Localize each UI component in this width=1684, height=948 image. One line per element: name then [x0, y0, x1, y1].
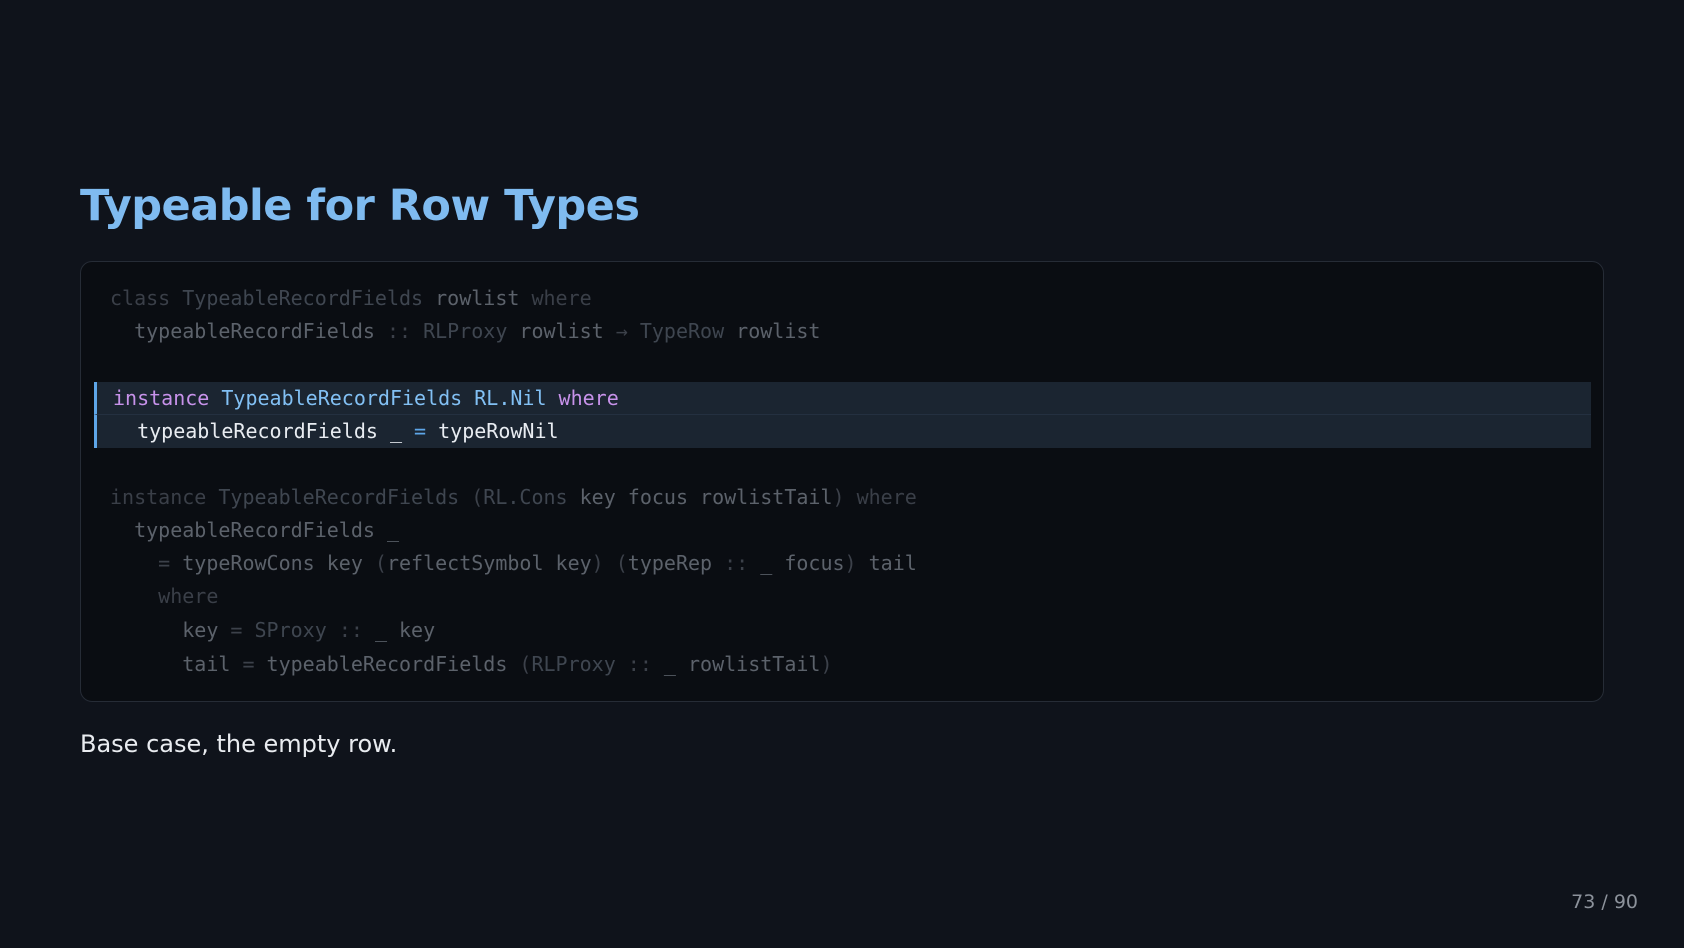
code-token: TypeableRecordFields [218, 485, 472, 509]
code-token: class [110, 286, 183, 310]
code-token: :: [386, 319, 424, 343]
code-line: class TypeableRecordFields rowlist where [81, 282, 1591, 315]
code-token: TypeableRecordFields [182, 286, 436, 310]
code-line: instance TypeableRecordFields (RL.Cons k… [81, 481, 1591, 514]
code-token: ) [820, 652, 833, 676]
code-token: ) ( [591, 551, 628, 575]
code-token: where [531, 286, 592, 310]
code-token: → [615, 319, 640, 343]
code-token: TypeableRecordFields [221, 386, 475, 410]
code-token: reflectSymbol key [386, 551, 592, 575]
slide-caption: Base case, the empty row. [80, 730, 398, 758]
code-line: = typeRowCons key (reflectSymbol key) (t… [81, 547, 1591, 580]
code-block: class TypeableRecordFields rowlist where… [80, 261, 1604, 702]
code-token: typeableRecordFields [266, 652, 520, 676]
code-token: SProxy [254, 618, 339, 642]
code-token: key [110, 618, 231, 642]
code-token: ( [374, 551, 387, 575]
code-token: :: [627, 652, 664, 676]
code-token: instance [110, 485, 219, 509]
code-token: = [242, 652, 267, 676]
code-token: typeRep [627, 551, 725, 575]
code-token: typeableRecordFields [110, 319, 387, 343]
code-line: key = SProxy :: _ key [81, 614, 1591, 647]
code-token: :: [724, 551, 761, 575]
code-line: typeableRecordFields :: RLProxy rowlist … [81, 315, 1591, 348]
code-token: RLProxy [531, 652, 628, 676]
code-token: typeableRecordFields _ [110, 518, 399, 542]
code-line-highlighted: typeableRecordFields _ = typeRowNil [94, 415, 1591, 448]
code-token: typeableRecordFields _ [113, 419, 415, 443]
code-token: = [158, 551, 183, 575]
code-token: ) [844, 551, 869, 575]
code-token: rowlist [435, 286, 532, 310]
code-token: where [158, 584, 219, 608]
code-token: :: [338, 618, 375, 642]
code-token: _ key [374, 618, 436, 642]
code-token: ( [471, 485, 484, 509]
code-line: tail = typeableRecordFields (RLProxy :: … [81, 648, 1591, 681]
code-token: where [558, 386, 619, 410]
code-token: where [856, 485, 917, 509]
code-token: _ focus [760, 551, 845, 575]
code-token: = [230, 618, 255, 642]
code-token: ( [519, 652, 532, 676]
code-token: rowlist [519, 319, 616, 343]
code-line: where [81, 580, 1591, 613]
code-token: typeRowCons key [182, 551, 375, 575]
code-token: RL.Nil [474, 386, 559, 410]
slide: Typeable for Row Types class TypeableRec… [0, 0, 1684, 948]
code-line: typeableRecordFields _ [81, 514, 1591, 547]
code-token: tail [868, 551, 917, 575]
code-token: tail [110, 652, 243, 676]
code-token: RL.Cons [483, 485, 580, 509]
code-token: key focus rowlistTail [579, 485, 833, 509]
code-token: RLProxy [423, 319, 520, 343]
code-line-highlighted: instance TypeableRecordFields RL.Nil whe… [94, 382, 1591, 415]
code-token: instance [113, 386, 222, 410]
code-token: = [414, 419, 439, 443]
code-token: ) [832, 485, 857, 509]
code-token: rowlist [736, 319, 821, 343]
code-token: TypeRow [639, 319, 737, 343]
code-token: _ rowlistTail [663, 652, 821, 676]
slide-title: Typeable for Row Types [80, 181, 640, 231]
page-counter: 73 / 90 [1571, 891, 1638, 913]
code-token: typeRowNil [438, 419, 559, 443]
